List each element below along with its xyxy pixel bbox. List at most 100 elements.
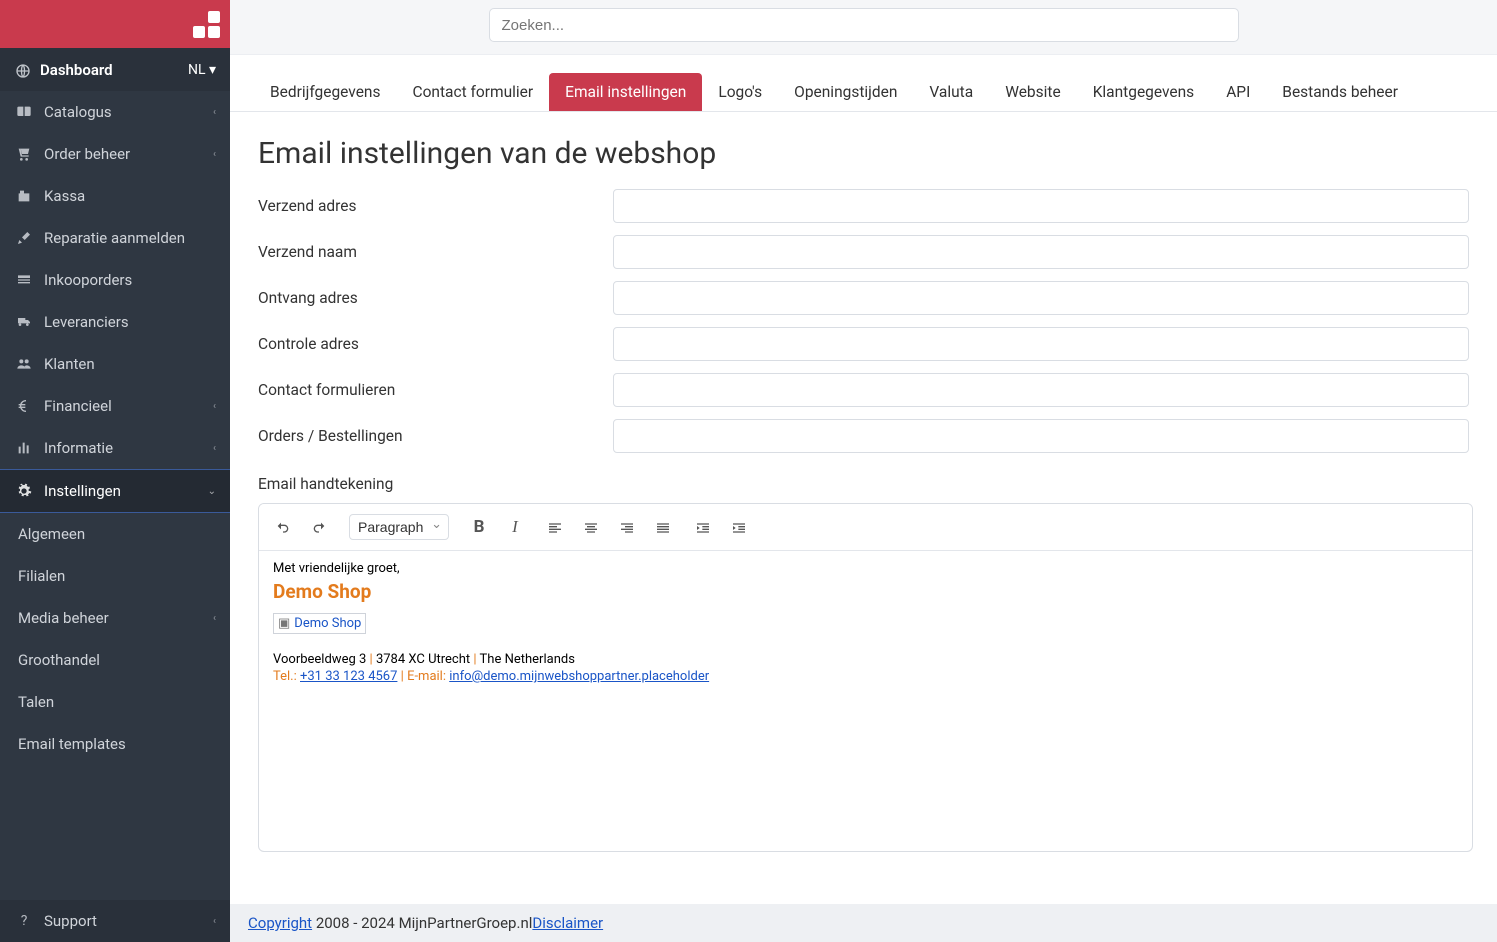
- sidebar-item-label: Financieel: [44, 397, 112, 415]
- page-title: Email instellingen van de webshop: [230, 112, 1497, 189]
- cart-icon: [14, 146, 34, 162]
- sidebar-subitem-label: Algemeen: [18, 525, 85, 543]
- field-label: Contact formulieren: [258, 381, 613, 399]
- sidebar-item-kassa[interactable]: Kassa: [0, 175, 230, 217]
- tab-valuta[interactable]: Valuta: [913, 73, 989, 111]
- sidebar: Dashboard NL ▾ Catalogus‹Order beheer‹Ka…: [0, 0, 230, 942]
- sidebar-item-financieel[interactable]: Financieel‹: [0, 385, 230, 427]
- tab-contact-formulier[interactable]: Contact formulier: [397, 73, 550, 111]
- language-switcher[interactable]: NL ▾: [188, 62, 216, 78]
- chevron-down-icon: ▾: [209, 62, 216, 78]
- sidebar-item-label: Support: [44, 912, 97, 930]
- sidebar-subitem-label: Email templates: [18, 735, 126, 753]
- sidebar-item-klanten[interactable]: Klanten: [0, 343, 230, 385]
- signature-greeting: Met vriendelijke groet,: [273, 561, 1458, 576]
- disclaimer-link[interactable]: Disclaimer: [532, 914, 603, 932]
- signature-phone-link[interactable]: +31 33 123 4567: [300, 669, 397, 684]
- tab-openingstijden[interactable]: Openingstijden: [778, 73, 913, 111]
- signature-shop-name: Demo Shop: [273, 580, 1458, 603]
- sidebar-subitem-algemeen[interactable]: Algemeen: [0, 513, 230, 555]
- field-input-controle-adres[interactable]: [613, 327, 1469, 361]
- align-right-button[interactable]: [617, 517, 637, 537]
- align-justify-button[interactable]: [653, 517, 673, 537]
- sidebar-subitem-filialen[interactable]: Filialen: [0, 555, 230, 597]
- sidebar-item-reparatie-aanmelden[interactable]: Reparatie aanmelden: [0, 217, 230, 259]
- sidebar-subitem-groothandel[interactable]: Groothandel: [0, 639, 230, 681]
- broken-image-placeholder[interactable]: ▣ Demo Shop: [273, 613, 366, 634]
- sidebar-subitem-email-templates[interactable]: Email templates: [0, 723, 230, 765]
- field-label: Verzend adres: [258, 197, 613, 215]
- bars-icon: [14, 440, 34, 456]
- search-input[interactable]: [489, 8, 1239, 42]
- sidebar-item-instellingen[interactable]: Instellingen ⌄: [0, 469, 230, 513]
- sidebar-item-inkooporders[interactable]: Inkooporders: [0, 259, 230, 301]
- tab-bestands-beheer[interactable]: Bestands beheer: [1266, 73, 1414, 111]
- tab-email-instellingen[interactable]: Email instellingen: [549, 73, 702, 111]
- topbar: [230, 0, 1497, 50]
- redo-button[interactable]: [309, 517, 329, 537]
- sidebar-item-order-beheer[interactable]: Order beheer‹: [0, 133, 230, 175]
- euro-icon: [14, 398, 34, 414]
- register-icon: [14, 188, 34, 204]
- sidebar-item-label: Reparatie aanmelden: [44, 229, 185, 247]
- rich-text-editor: Paragraph B I: [258, 503, 1473, 852]
- logo-icon: [193, 11, 220, 38]
- signature-label: Email handtekening: [230, 465, 1497, 497]
- sidebar-item-catalogus[interactable]: Catalogus ‹: [0, 91, 230, 133]
- sidebar-item-label: Kassa: [44, 187, 85, 205]
- tab-bedrijfgegevens[interactable]: Bedrijfgegevens: [254, 73, 397, 111]
- sidebar-subitem-media-beheer[interactable]: Media beheer ‹: [0, 597, 230, 639]
- editor-toolbar: Paragraph B I: [259, 504, 1472, 551]
- signature-address: Voorbeeldweg 3 | 3784 XC Utrecht | The N…: [273, 652, 1458, 667]
- sidebar-dashboard-row[interactable]: Dashboard NL ▾: [0, 48, 230, 91]
- form-row: Verzend naam: [258, 235, 1469, 269]
- field-input-orders-bestellingen[interactable]: [613, 419, 1469, 453]
- sidebar-subitem-label: Media beheer: [18, 609, 109, 627]
- block-format-select[interactable]: Paragraph: [349, 514, 449, 540]
- chevron-left-icon: ‹: [213, 149, 216, 160]
- cardlist-icon: [14, 272, 34, 288]
- chevron-left-icon: ‹: [213, 613, 216, 624]
- chevron-left-icon: ‹: [213, 107, 216, 118]
- tab-api[interactable]: API: [1210, 73, 1266, 111]
- field-input-verzend-naam[interactable]: [613, 235, 1469, 269]
- chevron-left-icon: ‹: [213, 916, 216, 927]
- align-center-button[interactable]: [581, 517, 601, 537]
- globe-icon: [14, 60, 32, 79]
- sidebar-subitem-talen[interactable]: Talen: [0, 681, 230, 723]
- book-icon: [14, 104, 34, 120]
- sidebar-item-label: Instellingen: [44, 482, 121, 500]
- tab-logo-s[interactable]: Logo's: [702, 73, 778, 111]
- chevron-down-icon: ⌄: [208, 486, 216, 497]
- undo-button[interactable]: [273, 517, 293, 537]
- sidebar-subitem-label: Talen: [18, 693, 54, 711]
- field-input-contact-formulieren[interactable]: [613, 373, 1469, 407]
- field-input-ontvang-adres[interactable]: [613, 281, 1469, 315]
- tab-website[interactable]: Website: [989, 73, 1077, 111]
- outdent-button[interactable]: [693, 517, 713, 537]
- tab-klantgegevens[interactable]: Klantgegevens: [1077, 73, 1211, 111]
- chevron-left-icon: ‹: [213, 443, 216, 454]
- main-content: BedrijfgegevensContact formulierEmail in…: [230, 0, 1497, 942]
- sidebar-item-informatie[interactable]: Informatie ‹: [0, 427, 230, 469]
- sidebar-item-label: Informatie: [44, 439, 113, 457]
- bold-button[interactable]: B: [469, 517, 489, 537]
- align-left-button[interactable]: [545, 517, 565, 537]
- editor-content[interactable]: Met vriendelijke groet, Demo Shop ▣ Demo…: [259, 551, 1472, 851]
- settings-tabs: BedrijfgegevensContact formulierEmail in…: [230, 55, 1497, 112]
- sidebar-item-support[interactable]: ? Support ‹: [0, 900, 230, 942]
- footer: Copyright 2008 - 2024 MijnPartnerGroep.n…: [230, 904, 1497, 942]
- form-row: Orders / Bestellingen: [258, 419, 1469, 453]
- field-input-verzend-adres[interactable]: [613, 189, 1469, 223]
- field-label: Controle adres: [258, 335, 613, 353]
- sidebar-item-label: Catalogus: [44, 103, 112, 121]
- italic-button[interactable]: I: [505, 517, 525, 537]
- users-icon: [14, 356, 34, 372]
- signature-email-link[interactable]: info@demo.mijnwebshoppartner.placeholder: [449, 669, 709, 684]
- brand-logo[interactable]: [0, 0, 230, 48]
- indent-button[interactable]: [729, 517, 749, 537]
- question-icon: ?: [14, 913, 34, 929]
- copyright-link[interactable]: Copyright: [248, 914, 312, 932]
- broken-image-icon: ▣: [278, 616, 290, 631]
- sidebar-item-leveranciers[interactable]: Leveranciers: [0, 301, 230, 343]
